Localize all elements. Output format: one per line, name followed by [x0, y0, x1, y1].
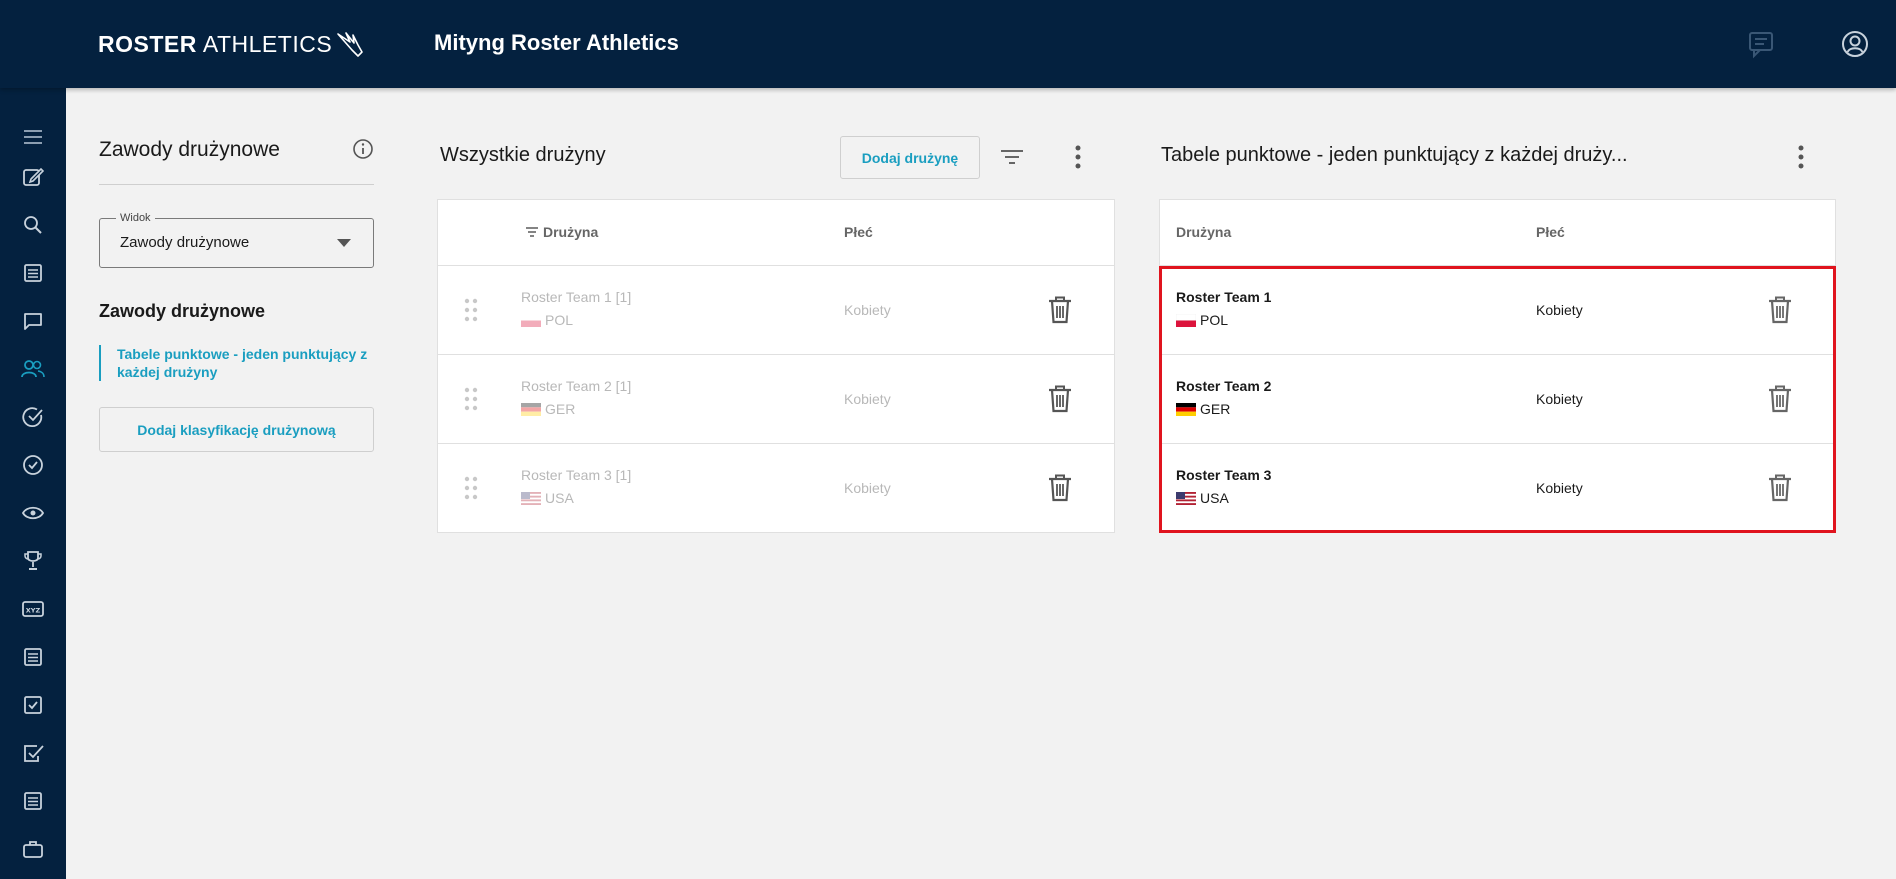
drag-handle-icon[interactable]: [463, 386, 479, 412]
classification-link[interactable]: Tabele punktowe - jeden punktujący z każ…: [99, 345, 377, 381]
chat-icon[interactable]: [20, 308, 46, 334]
table-row[interactable]: Roster Team 3 USA Kobiety: [1160, 444, 1835, 533]
logo[interactable]: ROSTER ATHLETICS: [98, 28, 366, 60]
team-gender: Kobiety: [1536, 302, 1583, 318]
team-gender: Kobiety: [1536, 391, 1583, 407]
team-name: Roster Team 1: [1176, 289, 1272, 305]
filter-icon[interactable]: [998, 143, 1026, 171]
svg-text:XYZ: XYZ: [26, 607, 41, 615]
team-country: USA: [521, 490, 574, 506]
drag-handle-icon[interactable]: [463, 475, 479, 501]
team-country-code: GER: [545, 401, 576, 417]
sort-icon: [526, 227, 538, 237]
info-icon[interactable]: [352, 138, 374, 160]
briefcase-icon[interactable]: [20, 836, 46, 862]
checkbox-icon[interactable]: [20, 692, 46, 718]
flag-pol-icon: [521, 313, 541, 327]
team-name: Roster Team 2: [1176, 378, 1272, 394]
drag-handle-icon[interactable]: [463, 297, 479, 323]
team-name: Roster Team 1 [1]: [521, 289, 632, 305]
team-country-code: POL: [545, 312, 574, 328]
list-icon[interactable]: [20, 644, 46, 670]
column-gender-header: Płeć: [844, 224, 873, 240]
column-team-header[interactable]: Drużyna: [525, 224, 598, 240]
team-country: POL: [521, 312, 573, 328]
logo-light-text: ATHLETICS: [202, 30, 333, 57]
nav-rail: XYZ: [0, 88, 66, 879]
team-gender: Kobiety: [844, 302, 891, 318]
team-country-code: USA: [1200, 490, 1229, 506]
top-bar: ROSTER ATHLETICS Mityng Roster Athletics: [0, 0, 1896, 88]
add-classification-button[interactable]: Dodaj klasyfikację drużynową: [99, 407, 374, 452]
trash-icon[interactable]: [1046, 295, 1074, 325]
winged-foot-icon: [337, 32, 363, 57]
table-row[interactable]: Roster Team 1 POL Kobiety: [1160, 266, 1835, 355]
view-select-value: Zawody drużynowe: [120, 234, 250, 251]
table-header: Drużyna Płeć: [438, 200, 1114, 266]
list-icon[interactable]: [20, 260, 46, 286]
more-vert-icon[interactable]: [1791, 143, 1811, 171]
flag-usa-icon: [1176, 491, 1196, 505]
all-teams-table: Drużyna Płeć Roster Team 1 [1] POL Kobie…: [437, 199, 1115, 533]
view-select-label: Widok: [116, 212, 155, 224]
team-name: Roster Team 3 [1]: [521, 467, 632, 483]
more-vert-icon[interactable]: [1068, 143, 1088, 171]
team-gender: Kobiety: [844, 480, 891, 496]
trash-icon[interactable]: [1046, 473, 1074, 503]
trash-icon[interactable]: [1766, 295, 1794, 325]
edit-icon[interactable]: [20, 164, 46, 190]
caret-down-icon[interactable]: [337, 239, 351, 247]
people-icon[interactable]: [20, 356, 46, 382]
search-icon[interactable]: [20, 212, 46, 238]
check-circle-icon[interactable]: [20, 404, 46, 430]
flag-ger-icon: [521, 402, 541, 416]
flag-ger-icon: [1176, 402, 1196, 416]
table-row[interactable]: Roster Team 2 GER Kobiety: [1160, 355, 1835, 444]
team-country: GER: [1176, 401, 1230, 417]
team-country: USA: [1176, 490, 1229, 506]
trash-icon[interactable]: [1766, 473, 1794, 503]
table-row[interactable]: Roster Team 1 [1] POL Kobiety: [438, 266, 1114, 355]
menu-icon[interactable]: [20, 124, 46, 150]
team-country-code: GER: [1200, 401, 1231, 417]
checklist-icon[interactable]: [20, 740, 46, 766]
table-row[interactable]: Roster Team 2 [1] GER Kobiety: [438, 355, 1114, 444]
column-team-label: Drużyna: [543, 224, 599, 240]
column-team-header: Drużyna: [1176, 224, 1232, 240]
trash-icon[interactable]: [1046, 384, 1074, 414]
all-teams-title: Wszystkie drużyny: [440, 144, 606, 166]
team-name: Roster Team 3: [1176, 467, 1272, 483]
team-country: GER: [521, 401, 575, 417]
chat-icon[interactable]: [1745, 28, 1777, 60]
trash-icon[interactable]: [1766, 384, 1794, 414]
xyz-icon[interactable]: XYZ: [20, 596, 46, 622]
eye-icon[interactable]: [20, 500, 46, 526]
flag-pol-icon: [1176, 313, 1196, 327]
trophy-icon[interactable]: [20, 548, 46, 574]
app-title: Mityng Roster Athletics: [434, 30, 679, 55]
flag-usa-icon: [521, 491, 541, 505]
table-header: Drużyna Płeć: [1160, 200, 1835, 266]
team-name: Roster Team 2 [1]: [521, 378, 632, 394]
scoring-table: Drużyna Płeć Roster Team 1 POL Kobiety R…: [1159, 199, 1836, 533]
side-divider: [99, 184, 374, 185]
table-row[interactable]: Roster Team 3 [1] USA Kobiety: [438, 444, 1114, 533]
team-country-code: USA: [545, 490, 574, 506]
side-panel-title: Zawody drużynowe: [99, 138, 280, 161]
side-heading: Zawody drużynowe: [99, 301, 266, 321]
logo-bold-text: ROSTER: [98, 30, 197, 57]
scoring-table-title: Tabele punktowe - jeden punktujący z każ…: [1161, 144, 1628, 166]
team-country: POL: [1176, 312, 1228, 328]
column-gender-header: Płeć: [1536, 224, 1565, 240]
account-icon[interactable]: [1839, 28, 1871, 60]
add-team-button[interactable]: Dodaj drużynę: [840, 136, 980, 179]
list-icon[interactable]: [20, 788, 46, 814]
team-gender: Kobiety: [1536, 480, 1583, 496]
team-gender: Kobiety: [844, 391, 891, 407]
team-country-code: POL: [1200, 312, 1229, 328]
check-circle-icon[interactable]: [20, 452, 46, 478]
